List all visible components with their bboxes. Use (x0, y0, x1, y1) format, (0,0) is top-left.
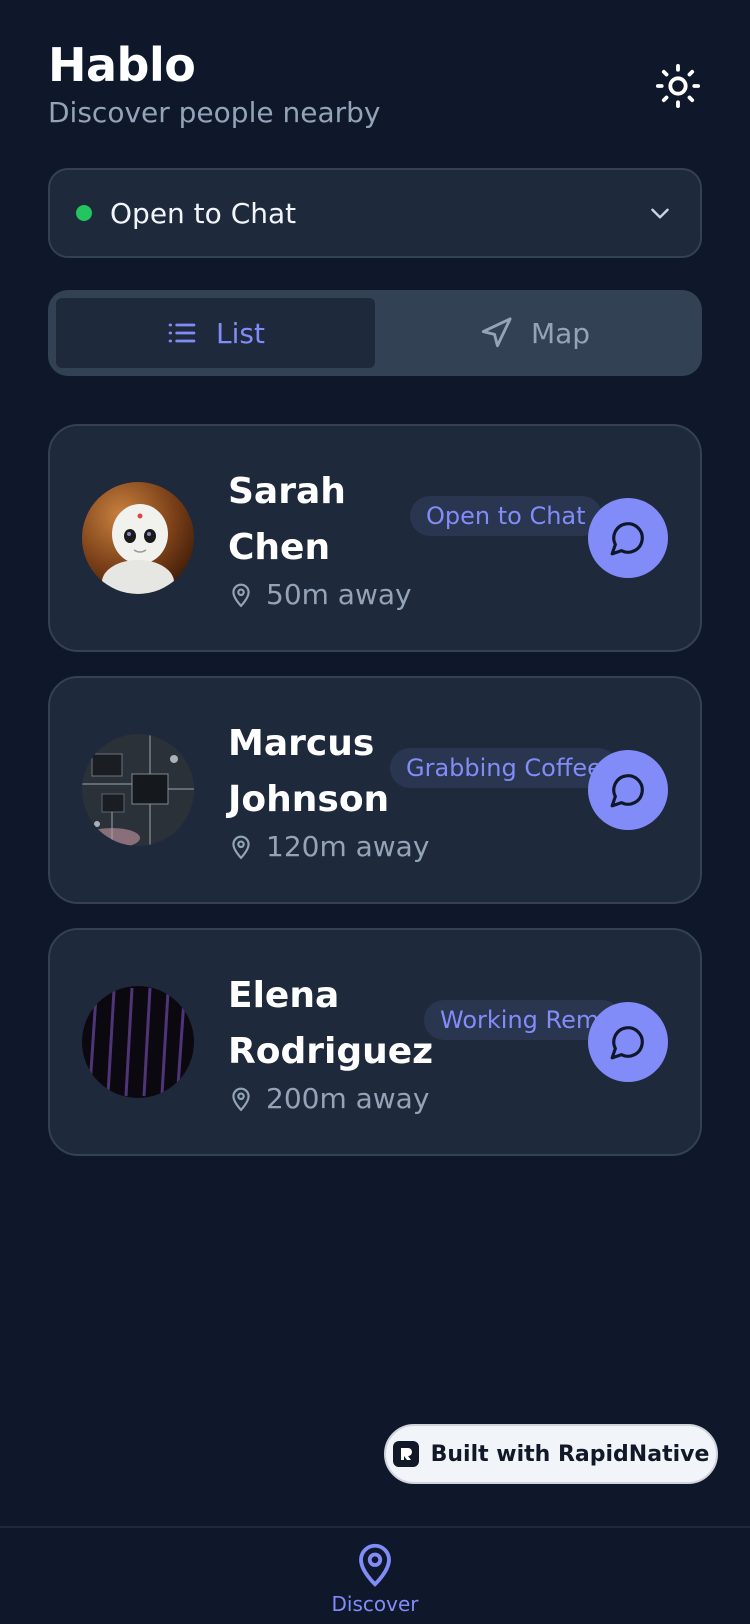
tab-map-label: Map (530, 316, 591, 350)
tab-list-label: List (216, 316, 265, 350)
theme-toggle-button[interactable] (652, 60, 704, 112)
status-badge: Open to Chat (410, 496, 602, 536)
distance: 50m away (228, 578, 412, 611)
status-select-value: Open to Chat (110, 196, 297, 230)
distance: 200m away (228, 1082, 429, 1115)
status-select[interactable]: Open to Chat (48, 168, 702, 258)
person-name: Elena Rodriguez (228, 975, 434, 1072)
app-title: Hablo (48, 38, 196, 92)
tab-list[interactable]: List (56, 298, 375, 368)
message-circle-icon (610, 1026, 644, 1060)
status-dot (76, 205, 92, 221)
chat-button[interactable] (588, 1002, 668, 1082)
header: Hablo Discover people nearby (48, 36, 380, 129)
location-pin-icon (232, 1087, 250, 1111)
list-icon (168, 323, 196, 343)
tab-discover-label: Discover (331, 1592, 419, 1616)
distance-label: 120m away (266, 830, 430, 863)
location-pin-icon (232, 835, 250, 859)
person-card[interactable]: Sarah Chen Open to Chat 50m away (48, 424, 702, 652)
rapidnative-logo-icon (392, 1441, 419, 1467)
avatar (82, 482, 194, 594)
avatar (82, 734, 194, 846)
distance-label: 200m away (266, 1082, 430, 1115)
chat-button[interactable] (588, 750, 668, 830)
avatar (82, 986, 194, 1098)
message-circle-icon (610, 522, 644, 556)
built-with-rapidnative-badge[interactable]: Built with RapidNative (384, 1424, 718, 1484)
map-pin-icon (359, 1543, 391, 1587)
bottom-tab-bar: Discover (0, 1526, 750, 1624)
person-card[interactable]: Elena Rodriguez Working Remo 200m away (48, 928, 702, 1156)
app-subtitle: Discover people nearby (48, 96, 381, 129)
chat-button[interactable] (588, 498, 668, 578)
chevron-down-icon (646, 199, 674, 227)
status-badge: Grabbing Coffee (390, 748, 618, 788)
built-with-label: Built with RapidNative (430, 1441, 710, 1467)
person-card[interactable]: Marcus Johnson Grabbing Coffee 120m away (48, 676, 702, 904)
tab-map[interactable]: Map (375, 298, 694, 368)
sun-icon (655, 63, 701, 109)
tab-discover[interactable]: Discover (325, 1542, 425, 1624)
people-list: Sarah Chen Open to Chat 50m away Marcus … (48, 424, 702, 1180)
navigation-icon (481, 317, 512, 348)
distance-label: 50m away (266, 578, 412, 611)
message-circle-icon (610, 774, 644, 808)
view-toggle: List Map (48, 290, 702, 376)
location-pin-icon (232, 583, 250, 607)
distance: 120m away (228, 830, 429, 863)
person-name: Sarah Chen (228, 471, 346, 568)
app-screen: Hablo Discover people nearby Open to Cha… (0, 0, 750, 1624)
